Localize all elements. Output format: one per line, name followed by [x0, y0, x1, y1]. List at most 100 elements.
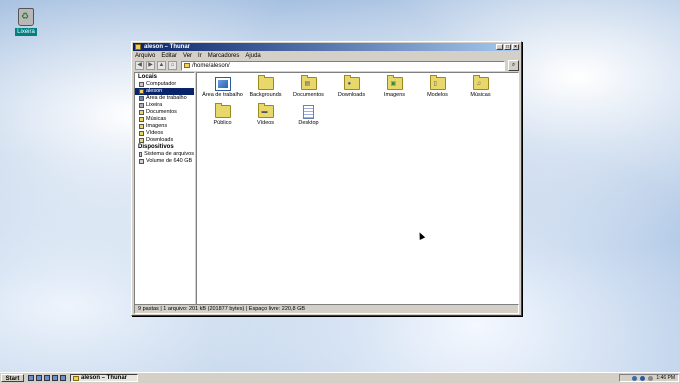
file-item-backgrounds[interactable]: Backgrounds	[244, 75, 287, 105]
menu-editar[interactable]: Editar	[161, 52, 177, 60]
sidebar-header-locais: Locais	[138, 74, 158, 80]
taskbar-item-label: aleson – Thunar	[81, 375, 128, 381]
sidebar-item-volume-640gb[interactable]: Volume de 640 GB	[135, 158, 194, 165]
file-item-musicas[interactable]: ♫ Músicas	[459, 75, 502, 105]
sidebar-item-imagens[interactable]: Imagens	[135, 123, 194, 130]
document-icon	[303, 105, 314, 119]
file-item-videos[interactable]: ▬ Vídeos	[244, 103, 287, 133]
mail-icon[interactable]	[52, 375, 58, 381]
file-label: Público	[213, 120, 232, 126]
home-icon[interactable]: ⌂	[168, 61, 177, 70]
address-path: /home/aleson/	[192, 62, 230, 69]
sidebar-item-computador[interactable]: Computador	[135, 81, 194, 88]
menu-marcadores[interactable]: Marcadores	[208, 52, 240, 60]
files-icon[interactable]	[44, 375, 50, 381]
status-bar: 9 pastas | 1 arquivo: 201 kB (201877 byt…	[134, 304, 519, 314]
sidebar-item-label: Músicas	[146, 116, 167, 122]
home-icon	[139, 89, 144, 94]
network-icon[interactable]	[632, 375, 638, 381]
thunar-window: aleson – Thunar _ □ × Arquivo Editar Ver…	[131, 41, 522, 316]
volume-icon[interactable]	[648, 375, 654, 381]
sidebar-item-videos[interactable]: Vídeos	[135, 130, 194, 137]
menu-arquivo[interactable]: Arquivo	[135, 52, 155, 60]
folder-icon	[135, 44, 141, 50]
editor-icon[interactable]	[60, 375, 66, 381]
sidebar-item-label: Downloads	[146, 137, 174, 143]
address-bar[interactable]: /home/aleson/	[181, 60, 505, 71]
sidebar-item-label: Vídeos	[146, 130, 164, 136]
file-item-downloads[interactable]: ● Downloads	[330, 75, 373, 105]
file-label: Músicas	[470, 92, 491, 98]
file-item-area-de-trabalho[interactable]: Área de trabalho	[201, 77, 244, 105]
quick-launch	[28, 375, 66, 381]
sidebar-item-label: Área de trabalho	[146, 95, 187, 101]
bluetooth-icon[interactable]	[640, 375, 646, 381]
start-button[interactable]: Start	[1, 374, 24, 382]
menu-bar: Arquivo Editar Ver Ir Marcadores Ajuda	[132, 52, 521, 60]
drive-icon	[139, 152, 143, 157]
toolbar: ◀ ▶ ▲ ⌂ /home/aleson/ ⌕	[132, 60, 521, 71]
documents-folder-icon: ▤	[300, 75, 317, 90]
side-pane: Locais Computador aleson Área de trabalh…	[134, 72, 195, 305]
sidebar-item-documentos[interactable]: Documentos	[135, 109, 194, 116]
sidebar-item-label: aleson	[146, 88, 163, 94]
file-item-publico[interactable]: Público	[201, 103, 244, 133]
file-label: Downloads	[337, 92, 366, 98]
menu-ver[interactable]: Ver	[183, 52, 192, 60]
folder-icon	[139, 138, 144, 143]
pictures-folder-icon: ▣	[386, 75, 403, 90]
sidebar-item-downloads[interactable]: Downloads	[135, 137, 194, 144]
title-bar[interactable]: aleson – Thunar _ □ ×	[133, 43, 520, 51]
desktop-icon	[139, 96, 144, 101]
videos-folder-icon: ▬	[257, 103, 274, 118]
search-icon[interactable]: ⌕	[508, 60, 519, 71]
taskbar-item-thunar[interactable]: aleson – Thunar	[70, 374, 138, 382]
sidebar-item-area-de-trabalho[interactable]: Área de trabalho	[135, 95, 194, 102]
recycle-bin-desktop-icon[interactable]: Lixeira	[14, 8, 38, 36]
clock[interactable]: 1:46 PM	[656, 375, 675, 381]
file-label: Backgrounds	[249, 92, 282, 98]
file-item-desktop[interactable]: Desktop	[287, 105, 330, 133]
maximize-button[interactable]: □	[504, 44, 511, 50]
terminal-icon[interactable]	[28, 375, 34, 381]
computer-icon	[139, 82, 144, 87]
templates-folder-icon: ▯	[429, 75, 446, 90]
sidebar-item-lixeira[interactable]: Lixeira	[135, 102, 194, 109]
trash-icon	[139, 103, 144, 108]
back-icon[interactable]: ◀	[135, 61, 144, 70]
menu-ajuda[interactable]: Ajuda	[245, 52, 260, 60]
folder-icon	[139, 110, 144, 115]
public-folder-icon	[214, 103, 231, 118]
file-item-imagens[interactable]: ▣ Imagens	[373, 75, 416, 105]
folder-icon	[139, 124, 144, 129]
file-label: Modelos	[427, 92, 448, 98]
system-tray: 1:46 PM	[619, 374, 679, 382]
sidebar-item-label: Imagens	[146, 123, 168, 129]
sidebar-item-label: Documentos	[146, 109, 177, 115]
up-icon[interactable]: ▲	[157, 61, 166, 70]
close-button[interactable]: ×	[512, 44, 519, 50]
sidebar-item-label: Computador	[146, 81, 177, 87]
browser-icon[interactable]	[36, 375, 42, 381]
taskbar: Start aleson – Thunar 1:46 PM	[0, 372, 680, 383]
desktop-icon	[214, 77, 231, 91]
sidebar-item-aleson[interactable]: aleson	[135, 88, 194, 95]
folder-icon	[73, 376, 79, 381]
sidebar-item-label: Lixeira	[146, 102, 163, 108]
file-view[interactable]: Área de trabalho Backgrounds ▤ Documentos…	[196, 72, 519, 305]
minimize-button[interactable]: _	[496, 44, 503, 50]
sidebar-item-label: Volume de 640 GB	[146, 158, 193, 164]
file-item-modelos[interactable]: ▯ Modelos	[416, 75, 459, 105]
sidebar-item-sistema-de-arquivos[interactable]: Sistema de arquivos	[135, 151, 194, 158]
folder-icon	[139, 117, 144, 122]
folder-icon	[139, 131, 144, 136]
sidebar-item-musicas[interactable]: Músicas	[135, 116, 194, 123]
menu-ir[interactable]: Ir	[198, 52, 202, 60]
forward-icon[interactable]: ▶	[146, 61, 155, 70]
file-label: Documentos	[293, 92, 324, 98]
file-item-documentos[interactable]: ▤ Documentos	[287, 75, 330, 105]
file-label: Vídeos	[256, 120, 275, 126]
music-folder-icon: ♫	[472, 75, 489, 90]
folder-icon	[257, 75, 274, 90]
folder-icon	[184, 62, 190, 68]
